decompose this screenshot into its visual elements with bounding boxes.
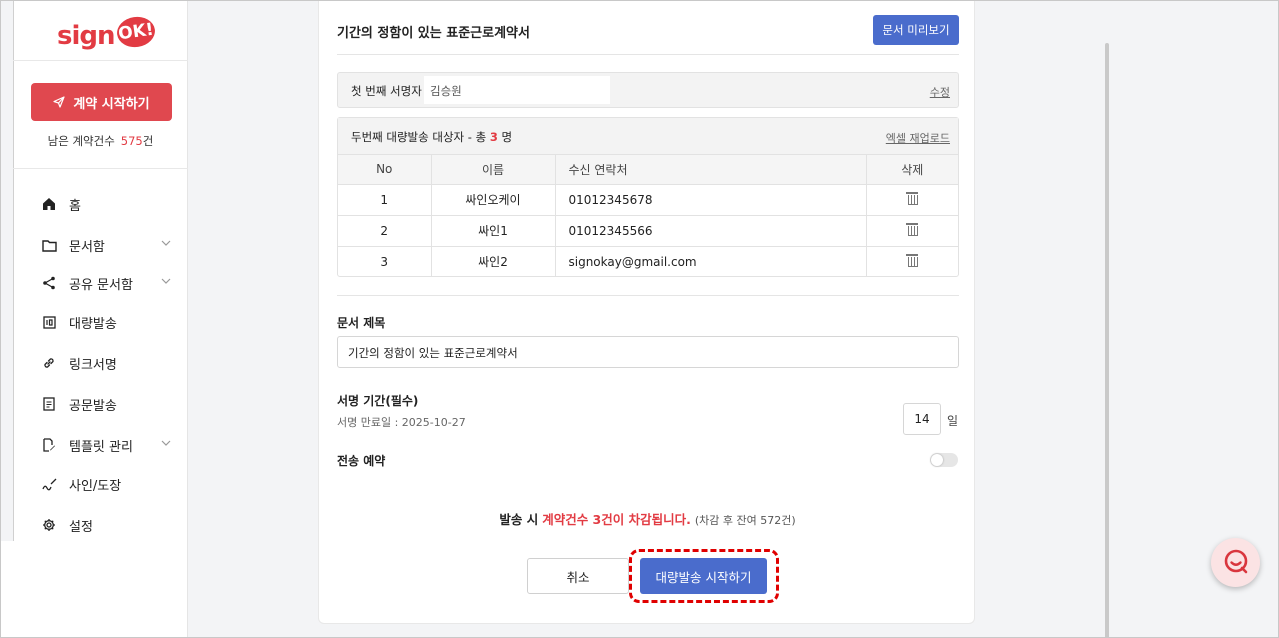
- sidebar-item-label: 링크서명: [69, 357, 117, 373]
- table-row: 3 싸인2 signokay@gmail.com: [338, 245, 958, 277]
- notice-highlight: 계약건수 3건이 차감됩니다.: [542, 512, 691, 527]
- divider: [337, 295, 959, 296]
- outer-gap: [1, 541, 13, 637]
- sidebar-item-signature[interactable]: 사인/도장: [41, 469, 171, 499]
- doc-title-input[interactable]: 기간의 정함이 있는 표준근로계약서: [337, 336, 959, 368]
- schedule-label: 전송 예약: [337, 454, 386, 468]
- notice-prefix: 발송 시: [499, 512, 539, 527]
- first-signer-name: 김승원: [424, 76, 610, 104]
- sidebar-item-label: 설정: [69, 519, 93, 535]
- sidebar-item-label: 대량발송: [69, 316, 117, 332]
- logo[interactable]: sign OK!: [57, 14, 157, 51]
- app-window: sign OK! 계약 시작하기 남은 계약건수 575건 홈 문서함 공유 문서…: [0, 0, 1279, 638]
- row-contact: 01012345678: [554, 183, 867, 216]
- row-name: 싸인1: [430, 214, 556, 247]
- remaining-number: 575: [120, 134, 143, 148]
- start-bulk-send-button[interactable]: 대량발송 시작하기: [640, 558, 767, 594]
- signature-icon: [41, 476, 57, 492]
- sidebar-border: [13, 1, 14, 541]
- remaining-count: 남은 계약건수 575건: [13, 133, 188, 149]
- row-contact: signokay@gmail.com: [554, 245, 867, 277]
- sidebar-item-bulk-send[interactable]: 대량발송: [41, 307, 171, 337]
- link-icon: [41, 355, 57, 371]
- row-no: 2: [338, 214, 432, 247]
- divider: [13, 60, 188, 61]
- bulk-recipients-header: 두번째 대량발송 대상자 - 총 3 명 엑셀 재업로드: [338, 118, 958, 155]
- column-header-delete: 삭제: [865, 155, 958, 185]
- schedule-toggle[interactable]: [930, 453, 958, 467]
- start-contract-label: 계약 시작하기: [73, 96, 150, 112]
- divider: [337, 54, 959, 55]
- logo-text: sign: [57, 21, 116, 51]
- start-contract-button[interactable]: 계약 시작하기: [31, 83, 172, 121]
- logo-badge: OK!: [114, 14, 157, 50]
- document-icon: [41, 396, 57, 412]
- doc-title-label: 문서 제목: [337, 316, 386, 330]
- chevron-down-icon[interactable]: [161, 276, 171, 287]
- sign-period-days-input[interactable]: 14: [903, 403, 941, 435]
- row-no: 3: [338, 245, 432, 277]
- trash-icon[interactable]: [906, 223, 919, 236]
- column-header-no: No: [338, 155, 432, 185]
- bulk-title-prefix: 두번째 대량발송 대상자 - 총: [351, 130, 487, 144]
- chevron-down-icon[interactable]: [161, 438, 171, 449]
- sidebar-item-home[interactable]: 홈: [41, 189, 171, 219]
- sidebar-item-link-sign[interactable]: 링크서명: [41, 348, 171, 378]
- gear-icon: [41, 517, 57, 533]
- recipients-table: No 이름 수신 연락처 삭제 1 싸인오케이 01012345678 2 싸인…: [338, 155, 958, 277]
- divider: [13, 168, 188, 169]
- table-row: 2 싸인1 01012345566: [338, 214, 958, 247]
- days-unit: 일: [947, 414, 959, 428]
- sidebar-item-label: 공문발송: [69, 398, 117, 414]
- edit-signer-link[interactable]: 수정: [930, 84, 950, 100]
- chat-icon: [1223, 548, 1249, 578]
- bulk-recipients-box: 두번째 대량발송 대상자 - 총 3 명 엑셀 재업로드 No 이름 수신 연락…: [337, 117, 959, 277]
- row-no: 1: [338, 183, 432, 216]
- excel-reupload-link[interactable]: 엑셀 재업로드: [886, 130, 950, 146]
- scrollbar[interactable]: [1105, 43, 1109, 637]
- home-icon: [41, 196, 57, 212]
- row-name: 싸인오케이: [430, 183, 556, 216]
- sidebar-item-shared-documents[interactable]: 공유 문서함: [41, 268, 171, 298]
- remaining-label: 남은 계약건수: [47, 134, 115, 148]
- bulk-title-suffix: 명: [501, 130, 513, 144]
- sidebar-item-official-send[interactable]: 공문발송: [41, 389, 171, 419]
- column-header-contact: 수신 연락처: [554, 155, 867, 185]
- table-row: 1 싸인오케이 01012345678: [338, 183, 958, 216]
- first-signer-row: 첫 번째 서명자 김승원 수정: [337, 72, 959, 108]
- notice-sub: (차감 후 잔여 572건): [694, 514, 796, 527]
- sidebar-item-settings[interactable]: 설정: [41, 510, 171, 540]
- row-contact: 01012345566: [554, 214, 867, 247]
- page-title: 기간의 정함이 있는 표준근로계약서: [337, 26, 530, 41]
- sidebar-item-label: 문서함: [69, 239, 105, 255]
- sidebar-item-label: 공유 문서함: [69, 277, 133, 293]
- trash-icon[interactable]: [906, 192, 919, 205]
- sidebar-item-label: 템플릿 관리: [69, 439, 133, 455]
- share-icon: [41, 275, 57, 291]
- sidebar-item-label: 홈: [69, 198, 81, 214]
- folder-icon: [41, 237, 57, 253]
- bulk-count: 3: [489, 130, 498, 144]
- expire-date: 서명 만료일 : 2025-10-27: [337, 416, 466, 429]
- deduction-notice: 발송 시 계약건수 3건이 차감됩니다. (차감 후 잔여 572건): [319, 509, 976, 528]
- sign-period-label: 서명 기간(필수): [337, 394, 419, 408]
- chat-button[interactable]: [1211, 538, 1260, 587]
- send-plane-icon: [53, 96, 65, 108]
- sidebar-item-label: 사인/도장: [69, 478, 122, 494]
- sidebar-item-documents[interactable]: 문서함: [41, 230, 171, 260]
- bulk-send-panel: 기간의 정함이 있는 표준근로계약서 문서 미리보기 첫 번째 서명자 김승원 …: [318, 1, 975, 624]
- chevron-down-icon[interactable]: [161, 238, 171, 249]
- trash-icon[interactable]: [906, 254, 919, 268]
- column-header-name: 이름: [430, 155, 556, 185]
- remaining-unit: 건: [142, 134, 154, 148]
- bulk-send-icon: [41, 314, 57, 330]
- sidebar-item-templates[interactable]: 템플릿 관리: [41, 430, 171, 460]
- first-signer-label: 첫 번째 서명자: [351, 84, 422, 98]
- cancel-button[interactable]: 취소: [527, 558, 629, 594]
- preview-document-button[interactable]: 문서 미리보기: [873, 15, 959, 45]
- bulk-recipients-title: 두번째 대량발송 대상자 - 총 3 명: [351, 129, 512, 145]
- template-icon: [41, 437, 57, 453]
- row-name: 싸인2: [430, 245, 556, 277]
